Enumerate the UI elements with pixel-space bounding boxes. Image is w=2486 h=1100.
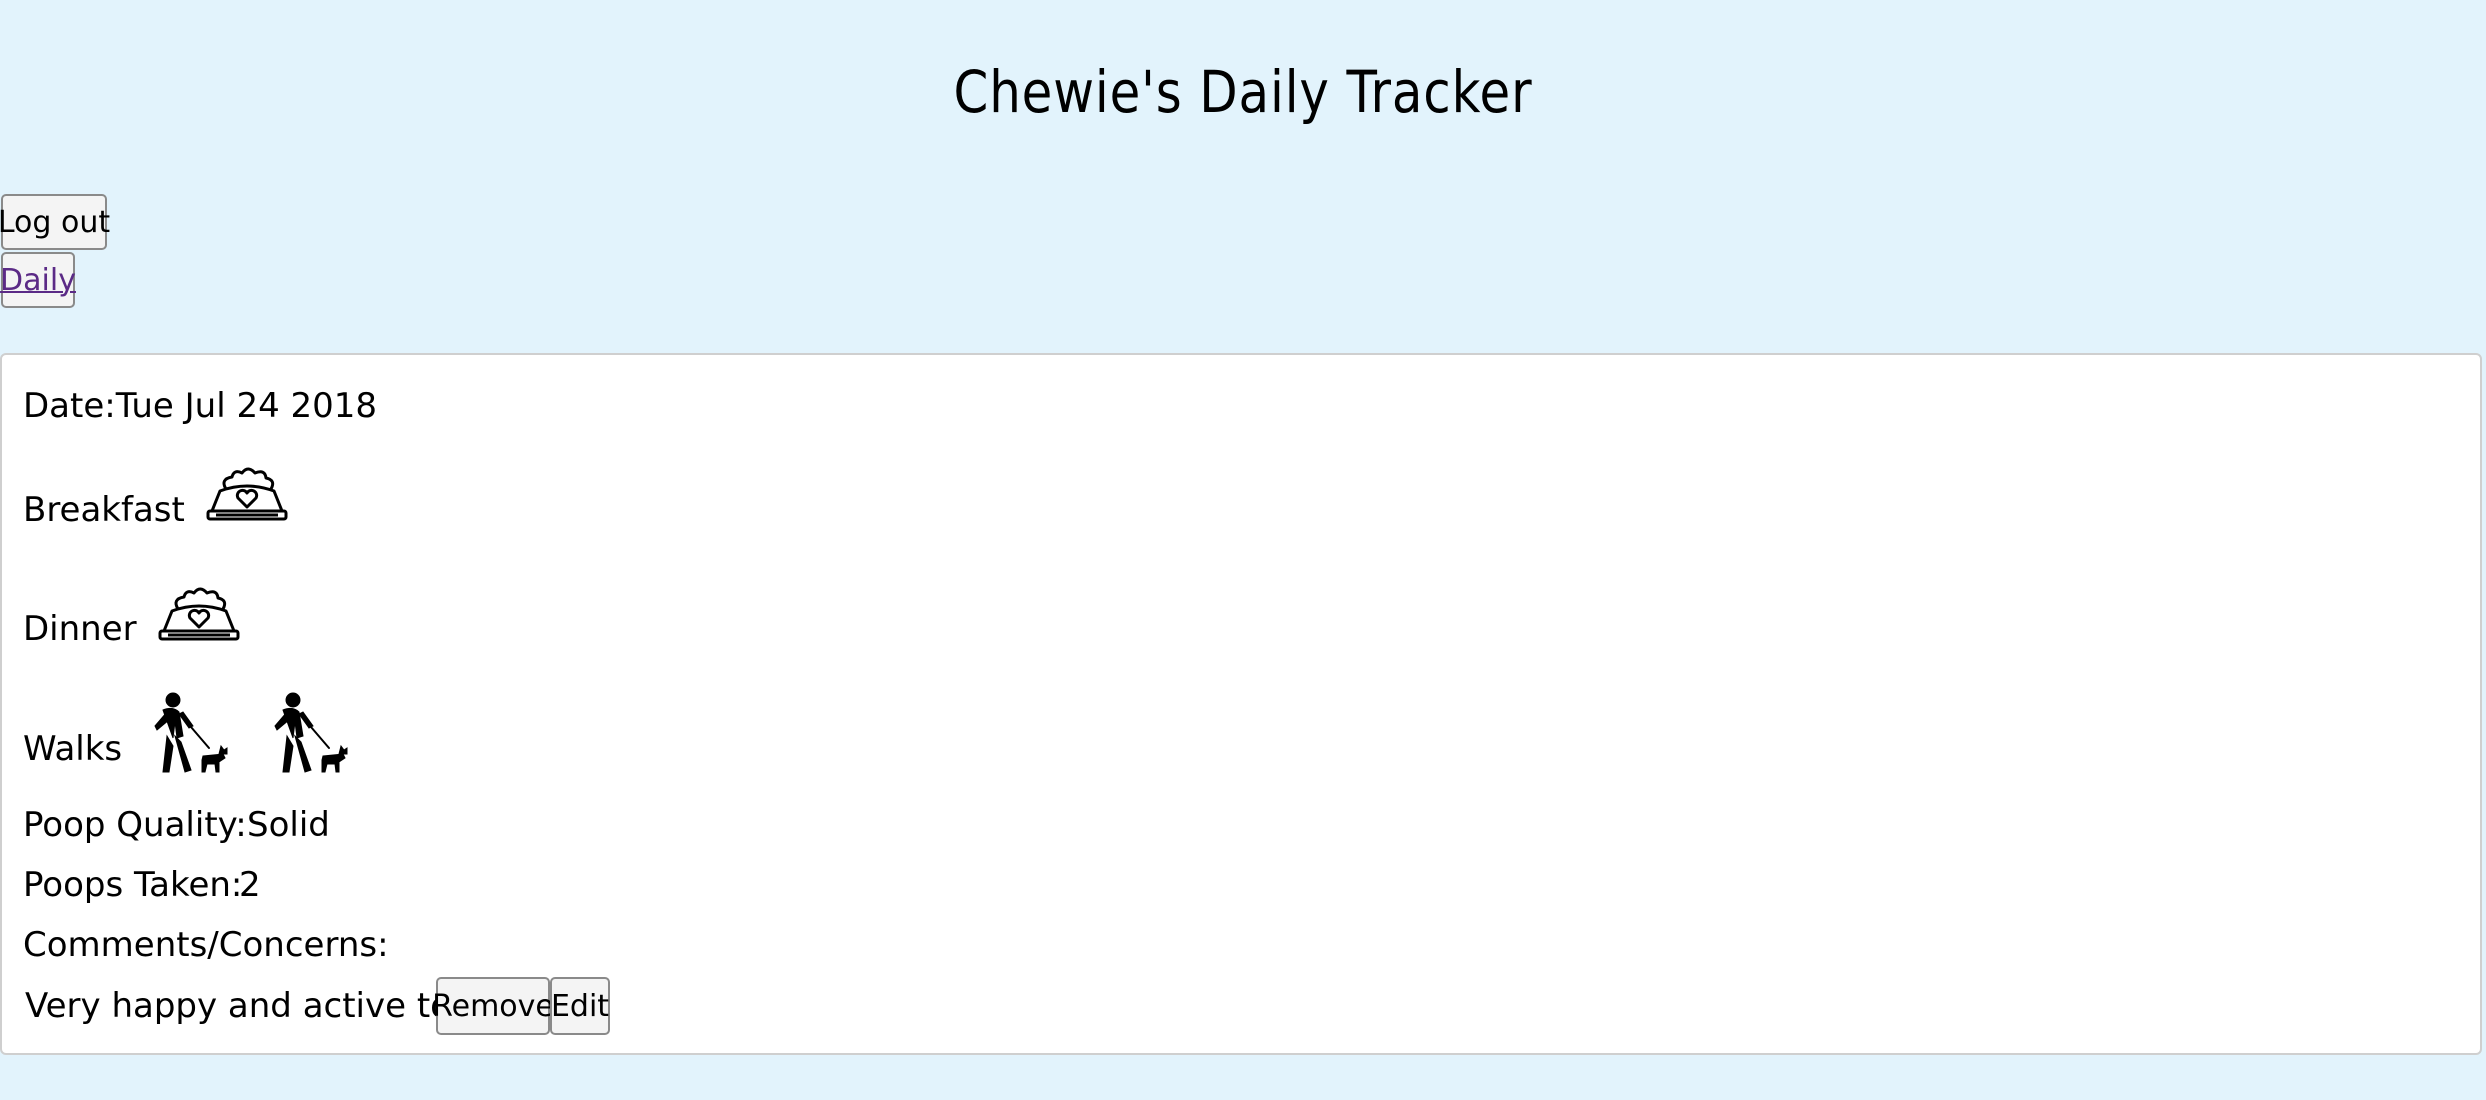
walks-label: Walks [23,729,123,769]
breakfast-label: Breakfast [23,490,185,530]
dog-bowl-icon [158,587,240,641]
date-value: Tue Jul 24 2018 [115,386,378,426]
date-label: Date: [23,386,116,426]
date-row: Date:Tue Jul 24 2018 [23,389,377,423]
poops-taken-label: Poops Taken: [23,865,243,905]
dog-walk-icon [154,692,228,773]
daily-entry-card: Date:Tue Jul 24 2018 Breakfast Dinner Wa… [0,353,2482,1055]
daily-link[interactable]: Daily [0,252,76,308]
edit-button[interactable]: Edit [550,977,610,1035]
dog-bowl-icon [206,467,288,521]
poop-quality-label: Poop Quality: [23,805,247,845]
comments-label: Comments/Concerns: [23,925,389,965]
page-title: Chewie's Daily Tracker [953,58,1533,126]
logout-button[interactable]: Log out [0,194,110,250]
dinner-label: Dinner [23,609,137,649]
remove-button[interactable]: Remove [432,977,554,1035]
poops-taken-value: 2 [239,865,261,905]
poop-quality-value: Solid [247,805,330,845]
dog-walk-icon [274,692,348,773]
